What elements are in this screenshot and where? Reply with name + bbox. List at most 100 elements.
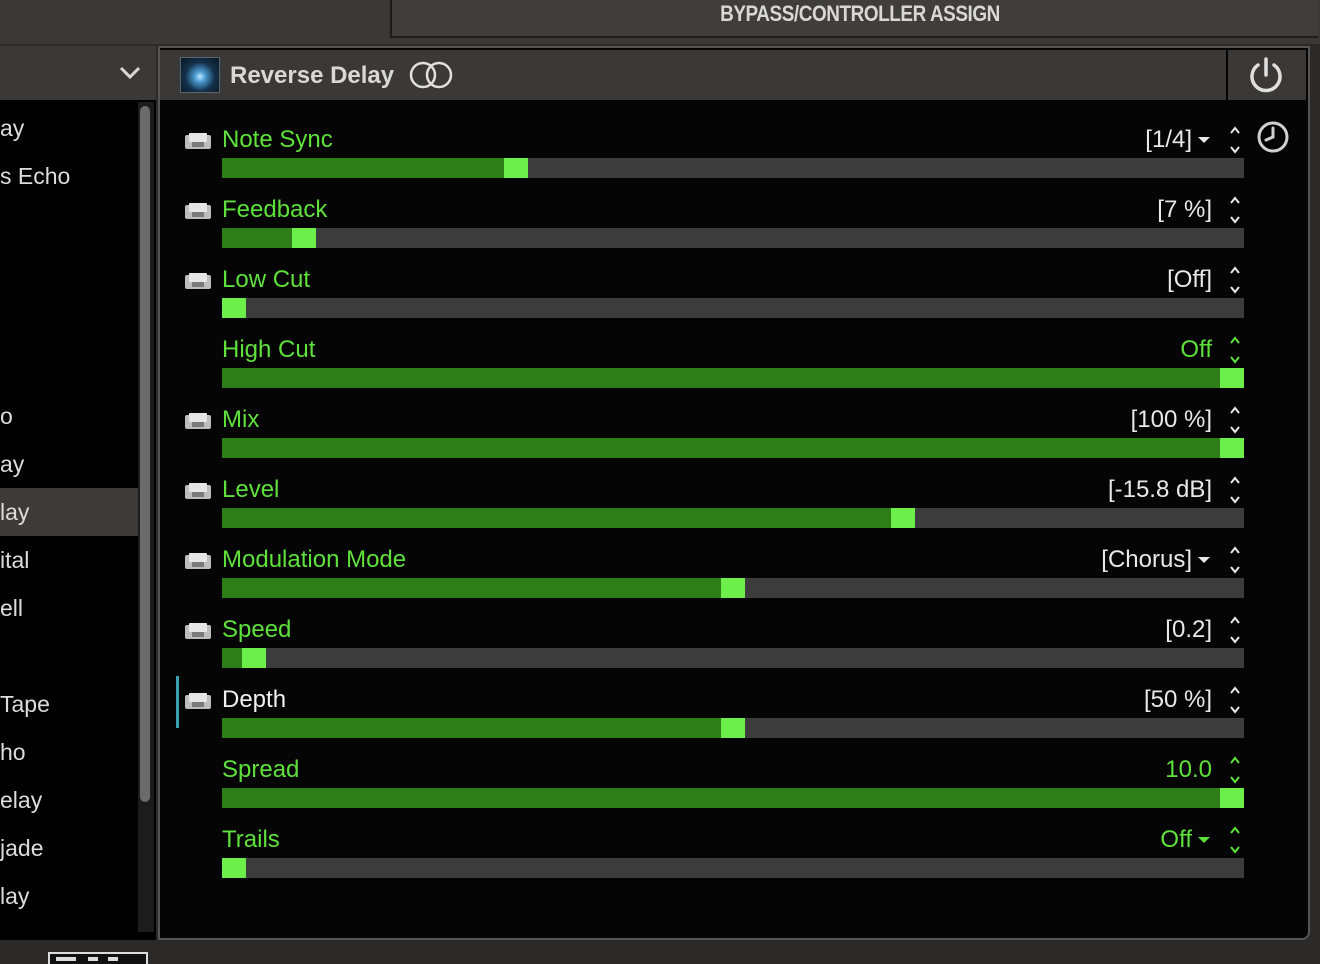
model-list-header[interactable] (0, 46, 156, 100)
param-slider[interactable] (222, 788, 1244, 808)
slider-handle[interactable] (504, 158, 528, 178)
dropdown-arrow-icon[interactable] (1198, 137, 1210, 143)
model-list-item[interactable]: s Echo (0, 152, 138, 200)
model-list-item[interactable]: jade (0, 824, 138, 872)
param-row: Spread 10.0 (160, 742, 1260, 812)
param-value[interactable]: [1/4] (1145, 122, 1192, 158)
model-list-item[interactable]: ell (0, 584, 138, 632)
model-list-item[interactable]: ho (0, 728, 138, 776)
dropdown-arrow-icon[interactable] (1198, 837, 1210, 843)
value-stepper-icon[interactable] (1228, 684, 1242, 716)
param-slider[interactable] (222, 508, 1244, 528)
model-list-item[interactable]: ital (0, 536, 138, 584)
param-row: Mix [100 %] (160, 392, 1260, 462)
value-stepper-icon[interactable] (1228, 124, 1242, 156)
model-list-item[interactable]: o (0, 392, 138, 440)
param-slider[interactable] (222, 648, 1244, 668)
dropdown-arrow-icon[interactable] (1198, 557, 1210, 563)
model-list-item[interactable]: lay (0, 872, 138, 920)
slider-handle[interactable] (1220, 438, 1244, 458)
expression-pedal-icon[interactable] (184, 552, 212, 570)
slider-fill (222, 578, 721, 598)
param-slider[interactable] (222, 228, 1244, 248)
model-list-item-label: ell (0, 595, 24, 621)
param-value[interactable]: Off (1180, 332, 1212, 368)
expression-pedal-icon[interactable] (184, 272, 212, 290)
expression-pedal-icon[interactable] (184, 622, 212, 640)
param-row: Speed [0.2] (160, 602, 1260, 672)
expression-pedal-icon[interactable] (184, 132, 212, 150)
model-list-item-label: Tape (0, 691, 50, 717)
value-stepper-icon[interactable] (1228, 194, 1242, 226)
expression-pedal-icon[interactable] (184, 202, 212, 220)
param-row: Feedback [7 %] (160, 182, 1260, 252)
slider-fill (222, 438, 1220, 458)
model-list-item[interactable]: ay (0, 440, 138, 488)
slider-handle[interactable] (721, 578, 745, 598)
slider-handle[interactable] (721, 718, 745, 738)
slider-fill (222, 508, 891, 528)
value-stepper-icon[interactable] (1228, 474, 1242, 506)
param-row: Level [-15.8 dB] (160, 462, 1260, 532)
param-value[interactable]: 10.0 (1165, 752, 1212, 788)
slider-handle[interactable] (292, 228, 316, 248)
slider-handle[interactable] (242, 648, 266, 668)
param-slider[interactable] (222, 858, 1244, 878)
model-list-panel: ay s Echo o ay lay ital ell Tape ho elay jade lay (0, 46, 156, 940)
value-stepper-icon[interactable] (1228, 544, 1242, 576)
stereo-link-icon[interactable] (408, 60, 454, 90)
value-stepper-icon[interactable] (1228, 824, 1242, 856)
slider-handle[interactable] (222, 858, 246, 878)
model-list-item[interactable]: Tape (0, 680, 138, 728)
slider-handle[interactable] (1220, 368, 1244, 388)
param-value[interactable]: [-15.8 dB] (1108, 472, 1212, 508)
model-list-item-label: ital (0, 547, 30, 573)
param-row: Trails Off (160, 812, 1260, 882)
param-slider[interactable] (222, 298, 1244, 318)
power-icon[interactable] (1246, 55, 1286, 95)
reverse-delay-model-icon (180, 57, 220, 93)
param-name: Trails (222, 826, 280, 853)
tempo-clock-icon[interactable] (1256, 120, 1290, 154)
model-list-item[interactable]: lay (0, 488, 138, 536)
model-list-item[interactable]: elay (0, 776, 138, 824)
param-value[interactable]: [100 %] (1131, 402, 1212, 438)
block-title: Reverse Delay (230, 62, 395, 89)
param-value[interactable]: [7 %] (1157, 192, 1212, 228)
slider-handle[interactable] (222, 298, 246, 318)
slider-handle[interactable] (891, 508, 915, 528)
param-value[interactable]: [Off] (1167, 262, 1212, 298)
param-row: High Cut Off (160, 322, 1260, 392)
model-list-item-label: ho (0, 739, 26, 765)
value-stepper-icon[interactable] (1228, 264, 1242, 296)
model-list-item-label: o (0, 403, 13, 429)
value-stepper-icon[interactable] (1228, 404, 1242, 436)
param-slider[interactable] (222, 578, 1244, 598)
device-icon (48, 952, 148, 964)
param-value[interactable]: [50 %] (1144, 682, 1212, 718)
model-list-scrollbar[interactable] (138, 102, 154, 932)
param-slider[interactable] (222, 718, 1244, 738)
expression-pedal-icon[interactable] (184, 482, 212, 500)
scrollbar-thumb[interactable] (140, 106, 150, 802)
chevron-down-icon[interactable] (116, 60, 144, 86)
model-list-item-label: ay (0, 115, 25, 141)
slider-handle[interactable] (1220, 788, 1244, 808)
model-list-item[interactable]: ay (0, 104, 138, 152)
expression-pedal-icon[interactable] (184, 412, 212, 430)
expression-pedal-icon[interactable] (184, 692, 212, 710)
value-stepper-icon[interactable] (1228, 334, 1242, 366)
param-value[interactable]: Off (1160, 822, 1192, 858)
param-slider[interactable] (222, 158, 1244, 178)
param-name: Level (222, 476, 280, 503)
param-value[interactable]: [0.2] (1165, 612, 1212, 648)
param-row: Note Sync [1/4] (160, 112, 1260, 182)
value-stepper-icon[interactable] (1228, 614, 1242, 646)
focused-row-marker (176, 676, 179, 728)
param-name: Note Sync (222, 126, 333, 153)
param-value[interactable]: [Chorus] (1101, 542, 1192, 578)
param-slider[interactable] (222, 368, 1244, 388)
value-stepper-icon[interactable] (1228, 754, 1242, 786)
param-slider[interactable] (222, 438, 1244, 458)
model-list-item-label: s Echo (0, 163, 71, 189)
